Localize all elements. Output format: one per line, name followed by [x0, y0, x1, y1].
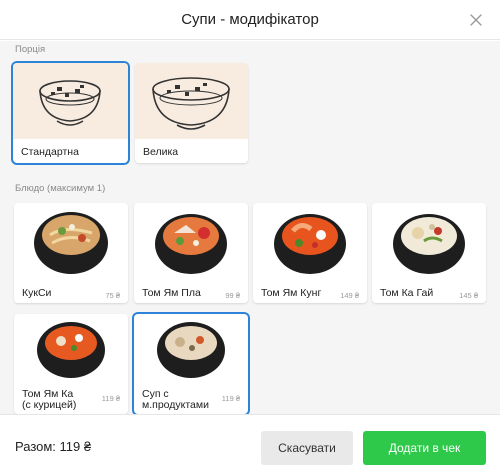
dish-item-price: 119 ₴	[221, 394, 240, 403]
add-to-check-button[interactable]: Додати в чек	[363, 431, 486, 465]
dish-item-price: 145 ₴	[459, 291, 478, 300]
dish-item-tom-yam-ka[interactable]: Том Ям Ка (с курицей) 119 ₴	[14, 314, 128, 414]
dish-photo	[372, 203, 486, 279]
dish-item-tom-yam-kung[interactable]: Том Ям Кунг 149 ₴	[253, 203, 367, 303]
large-soup-bowl-icon	[135, 63, 248, 139]
dish-section-label: Блюдо (максимум 1)	[15, 183, 106, 194]
dish-photo	[134, 203, 248, 279]
dish-item-price: 149 ₴	[340, 291, 359, 300]
dish-item-tom-yam-pla[interactable]: Том Ям Пла 99 ₴	[134, 203, 248, 303]
dish-item-kuksi[interactable]: КукСи 75 ₴	[14, 203, 128, 303]
dish-item-price: 119 ₴	[101, 394, 120, 403]
order-total: Разом: 119 ₴	[15, 439, 92, 454]
portion-section-label: Порція	[15, 44, 46, 55]
dish-item-seafood-soup[interactable]: Суп с м.продуктами 119 ₴	[134, 314, 248, 414]
modal-footer: Разом: 119 ₴ Скасувати Додати в чек	[0, 414, 500, 476]
modal-title: Супи - модифікатор	[181, 11, 319, 28]
dish-photo	[253, 203, 367, 279]
portion-option-large[interactable]: Велика	[135, 63, 248, 163]
portion-option-label: Стандартна	[21, 146, 79, 158]
dish-item-price: 75 ₴	[105, 291, 120, 300]
dish-item-name: КукСи	[22, 287, 52, 299]
modifier-content: Порція Стандартна Велика Блюдо (максимум…	[0, 41, 500, 414]
modal-header: Супи - модифікатор	[0, 0, 500, 40]
dish-item-name: Том Ям Пла	[142, 287, 201, 299]
small-soup-bowl-icon	[13, 63, 128, 139]
portion-option-label: Велика	[143, 146, 179, 158]
dish-photo	[14, 203, 128, 279]
dish-item-name-line2: м.продуктами	[142, 399, 209, 411]
close-icon[interactable]	[468, 12, 484, 28]
dish-item-name: Том Ка Гай	[380, 287, 434, 299]
dish-photo	[134, 314, 248, 380]
dish-item-price: 99 ₴	[225, 291, 240, 300]
dish-item-name-line2: (с курицей)	[22, 399, 77, 411]
dish-item-tom-ka-gai[interactable]: Том Ка Гай 145 ₴	[372, 203, 486, 303]
portion-option-standard[interactable]: Стандартна	[13, 63, 128, 163]
cancel-button[interactable]: Скасувати	[261, 431, 353, 465]
dish-item-name: Том Ям Кунг	[261, 287, 322, 299]
dish-photo	[14, 314, 128, 380]
